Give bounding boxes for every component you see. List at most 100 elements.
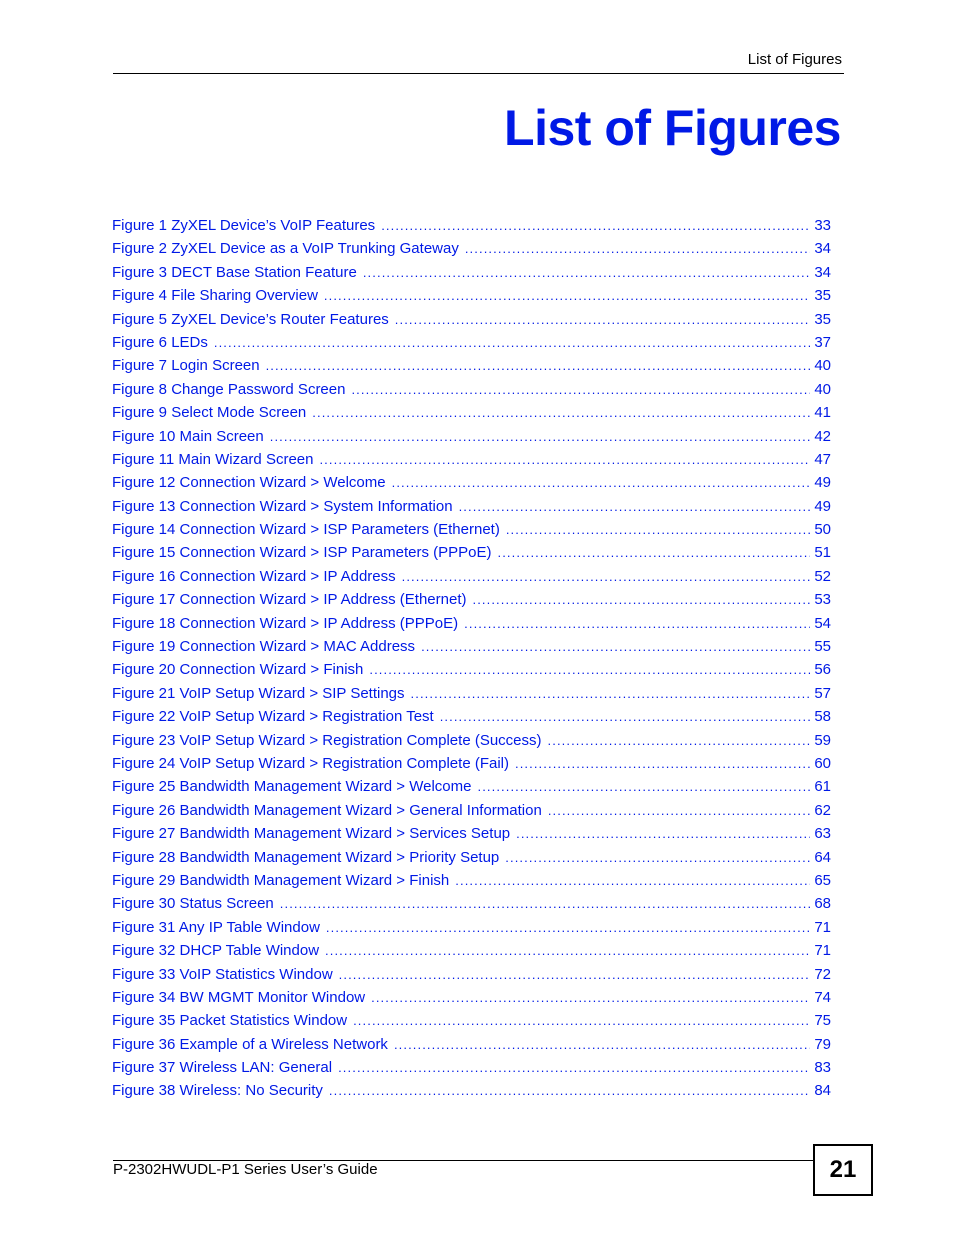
toc-entry-page-number[interactable]: 34 — [810, 240, 831, 257]
toc-entry-link[interactable]: Figure 12 Connection Wizard > Welcome 49 — [112, 474, 831, 497]
toc-entry-label[interactable]: Figure 11 Main Wizard Screen — [112, 451, 319, 468]
toc-entry-page-number[interactable]: 83 — [810, 1059, 831, 1076]
toc-entry-link[interactable]: Figure 19 Connection Wizard > MAC Addres… — [112, 638, 831, 661]
toc-entry-page-number[interactable]: 40 — [810, 357, 831, 374]
toc-entry-label[interactable]: Figure 26 Bandwidth Management Wizard > … — [112, 802, 548, 819]
toc-entry-page-number[interactable]: 60 — [810, 755, 831, 772]
toc-entry-link[interactable]: Figure 26 Bandwidth Management Wizard > … — [112, 802, 831, 825]
toc-entry-link[interactable]: Figure 8 Change Password Screen 40 — [112, 381, 831, 404]
toc-entry-label[interactable]: Figure 15 Connection Wizard > ISP Parame… — [112, 544, 497, 561]
toc-entry-label[interactable]: Figure 22 VoIP Setup Wizard > Registrati… — [112, 708, 440, 725]
toc-entry-page-number[interactable]: 50 — [810, 521, 831, 538]
toc-entry-link[interactable]: Figure 37 Wireless LAN: General 83 — [112, 1059, 831, 1082]
toc-entry-page-number[interactable]: 37 — [810, 334, 831, 351]
toc-entry-link[interactable]: Figure 14 Connection Wizard > ISP Parame… — [112, 521, 831, 544]
toc-entry-link[interactable]: Figure 5 ZyXEL Device’s Router Features 3… — [112, 311, 831, 334]
toc-entry-label[interactable]: Figure 25 Bandwidth Management Wizard > … — [112, 778, 477, 795]
toc-entry-page-number[interactable]: 49 — [810, 474, 831, 491]
toc-entry-link[interactable]: Figure 38 Wireless: No Security 84 — [112, 1082, 831, 1105]
toc-entry-link[interactable]: Figure 18 Connection Wizard > IP Address… — [112, 615, 831, 638]
toc-entry-label[interactable]: Figure 5 ZyXEL Device’s Router Features — [112, 311, 395, 328]
toc-entry-link[interactable]: Figure 28 Bandwidth Management Wizard > … — [112, 849, 831, 872]
toc-entry-link[interactable]: Figure 9 Select Mode Screen 41 — [112, 404, 831, 427]
toc-entry-page-number[interactable]: 79 — [810, 1036, 831, 1053]
toc-entry-label[interactable]: Figure 30 Status Screen — [112, 895, 280, 912]
toc-entry-link[interactable]: Figure 25 Bandwidth Management Wizard > … — [112, 778, 831, 801]
toc-entry-label[interactable]: Figure 16 Connection Wizard > IP Address — [112, 568, 402, 585]
toc-entry-label[interactable]: Figure 24 VoIP Setup Wizard > Registrati… — [112, 755, 515, 772]
toc-entry-page-number[interactable]: 72 — [810, 966, 831, 983]
toc-entry-page-number[interactable]: 55 — [810, 638, 831, 655]
toc-entry-page-number[interactable]: 57 — [810, 685, 831, 702]
toc-entry-page-number[interactable]: 84 — [810, 1082, 831, 1099]
toc-entry-link[interactable]: Figure 24 VoIP Setup Wizard > Registrati… — [112, 755, 831, 778]
toc-entry-page-number[interactable]: 54 — [810, 615, 831, 632]
toc-entry-page-number[interactable]: 49 — [810, 498, 831, 515]
toc-entry-page-number[interactable]: 74 — [810, 989, 831, 1006]
toc-entry-label[interactable]: Figure 37 Wireless LAN: General — [112, 1059, 338, 1076]
toc-entry-link[interactable]: Figure 32 DHCP Table Window 71 — [112, 942, 831, 965]
toc-entry-page-number[interactable]: 35 — [810, 287, 831, 304]
toc-entry-link[interactable]: Figure 6 LEDs 37 — [112, 334, 831, 357]
toc-entry-label[interactable]: Figure 36 Example of a Wireless Network — [112, 1036, 394, 1053]
toc-entry-label[interactable]: Figure 2 ZyXEL Device as a VoIP Trunking… — [112, 240, 465, 257]
toc-entry-link[interactable]: Figure 13 Connection Wizard > System Inf… — [112, 498, 831, 521]
toc-entry-label[interactable]: Figure 38 Wireless: No Security — [112, 1082, 329, 1099]
toc-entry-link[interactable]: Figure 3 DECT Base Station Feature 34 — [112, 264, 831, 287]
toc-entry-page-number[interactable]: 64 — [810, 849, 831, 866]
toc-entry-page-number[interactable]: 51 — [810, 544, 831, 561]
toc-entry-label[interactable]: Figure 19 Connection Wizard > MAC Addres… — [112, 638, 421, 655]
toc-entry-label[interactable]: Figure 10 Main Screen — [112, 428, 270, 445]
toc-entry-page-number[interactable]: 62 — [810, 802, 831, 819]
toc-entry-page-number[interactable]: 59 — [810, 732, 831, 749]
toc-entry-link[interactable]: Figure 16 Connection Wizard > IP Address… — [112, 568, 831, 591]
toc-entry-link[interactable]: Figure 11 Main Wizard Screen 47 — [112, 451, 831, 474]
toc-entry-page-number[interactable]: 40 — [810, 381, 831, 398]
toc-entry-page-number[interactable]: 58 — [810, 708, 831, 725]
toc-entry-link[interactable]: Figure 7 Login Screen 40 — [112, 357, 831, 380]
toc-entry-label[interactable]: Figure 23 VoIP Setup Wizard > Registrati… — [112, 732, 548, 749]
toc-entry-page-number[interactable]: 53 — [810, 591, 831, 608]
toc-entry-page-number[interactable]: 47 — [810, 451, 831, 468]
toc-entry-label[interactable]: Figure 14 Connection Wizard > ISP Parame… — [112, 521, 506, 538]
toc-entry-page-number[interactable]: 33 — [810, 217, 831, 234]
toc-entry-link[interactable]: Figure 15 Connection Wizard > ISP Parame… — [112, 544, 831, 567]
toc-entry-label[interactable]: Figure 1 ZyXEL Device’s VoIP Features — [112, 217, 381, 234]
toc-entry-link[interactable]: Figure 17 Connection Wizard > IP Address… — [112, 591, 831, 614]
toc-entry-page-number[interactable]: 68 — [810, 895, 831, 912]
toc-entry-link[interactable]: Figure 2 ZyXEL Device as a VoIP Trunking… — [112, 240, 831, 263]
toc-entry-label[interactable]: Figure 12 Connection Wizard > Welcome — [112, 474, 392, 491]
toc-entry-link[interactable]: Figure 23 VoIP Setup Wizard > Registrati… — [112, 732, 831, 755]
toc-entry-link[interactable]: Figure 1 ZyXEL Device’s VoIP Features 33 — [112, 217, 831, 240]
toc-entry-page-number[interactable]: 61 — [810, 778, 831, 795]
toc-entry-label[interactable]: Figure 35 Packet Statistics Window — [112, 1012, 353, 1029]
toc-entry-label[interactable]: Figure 17 Connection Wizard > IP Address… — [112, 591, 473, 608]
toc-entry-page-number[interactable]: 42 — [810, 428, 831, 445]
toc-entry-label[interactable]: Figure 34 BW MGMT Monitor Window — [112, 989, 371, 1006]
toc-entry-link[interactable]: Figure 31 Any IP Table Window 71 — [112, 919, 831, 942]
toc-entry-link[interactable]: Figure 22 VoIP Setup Wizard > Registrati… — [112, 708, 831, 731]
toc-entry-page-number[interactable]: 34 — [810, 264, 831, 281]
toc-entry-label[interactable]: Figure 4 File Sharing Overview — [112, 287, 324, 304]
toc-entry-page-number[interactable]: 52 — [810, 568, 831, 585]
toc-entry-label[interactable]: Figure 3 DECT Base Station Feature — [112, 264, 363, 281]
toc-entry-label[interactable]: Figure 8 Change Password Screen — [112, 381, 351, 398]
toc-entry-page-number[interactable]: 71 — [810, 919, 831, 936]
toc-entry-label[interactable]: Figure 9 Select Mode Screen — [112, 404, 312, 421]
toc-entry-label[interactable]: Figure 32 DHCP Table Window — [112, 942, 325, 959]
toc-entry-label[interactable]: Figure 21 VoIP Setup Wizard > SIP Settin… — [112, 685, 411, 702]
toc-entry-link[interactable]: Figure 4 File Sharing Overview 35 — [112, 287, 831, 310]
toc-entry-page-number[interactable]: 63 — [810, 825, 831, 842]
toc-entry-label[interactable]: Figure 6 LEDs — [112, 334, 214, 351]
toc-entry-page-number[interactable]: 41 — [810, 404, 831, 421]
toc-entry-link[interactable]: Figure 33 VoIP Statistics Window 72 — [112, 966, 831, 989]
toc-entry-label[interactable]: Figure 31 Any IP Table Window — [112, 919, 326, 936]
toc-entry-link[interactable]: Figure 35 Packet Statistics Window 75 — [112, 1012, 831, 1035]
toc-entry-link[interactable]: Figure 10 Main Screen 42 — [112, 428, 831, 451]
toc-entry-link[interactable]: Figure 30 Status Screen 68 — [112, 895, 831, 918]
toc-entry-page-number[interactable]: 75 — [810, 1012, 831, 1029]
toc-entry-page-number[interactable]: 71 — [810, 942, 831, 959]
toc-entry-label[interactable]: Figure 28 Bandwidth Management Wizard > … — [112, 849, 505, 866]
toc-entry-page-number[interactable]: 56 — [810, 661, 831, 678]
toc-entry-page-number[interactable]: 35 — [810, 311, 831, 328]
